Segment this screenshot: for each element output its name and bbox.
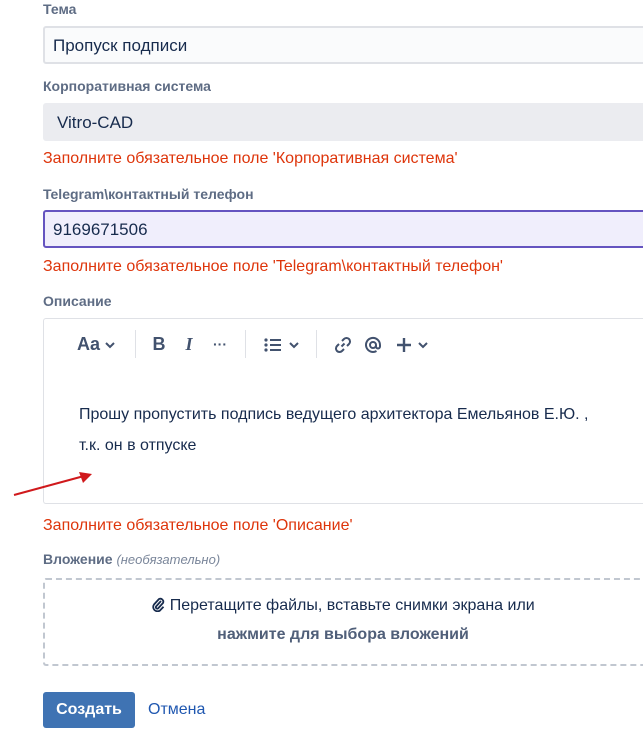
- description-text-line: т.к. он в отпуске: [79, 437, 197, 454]
- telegram-error: Заполните обязательное поле 'Telegram\ко…: [43, 258, 503, 275]
- dropzone-instruction: Перетащите файлы, вставьте снимки экрана…: [43, 596, 643, 615]
- text-style-label: Aa: [76, 334, 100, 354]
- cancel-link[interactable]: Отмена: [148, 701, 205, 719]
- corporate-system-select[interactable]: Vitro-CAD: [43, 103, 643, 141]
- toolbar-divider: [316, 330, 317, 358]
- description-error: Заполните обязательное поле 'Описание': [43, 517, 353, 534]
- toolbar-divider: [245, 330, 246, 358]
- toolbar-divider: [135, 330, 136, 358]
- bold-button[interactable]: B: [150, 332, 168, 356]
- attachment-label: Вложение (необязательно): [43, 551, 220, 567]
- corporate-system-error: Заполните обязательное поле 'Корпоративн…: [43, 150, 458, 167]
- create-button[interactable]: Создать: [43, 692, 135, 728]
- text-style-dropdown[interactable]: Aa: [76, 332, 116, 356]
- link-icon: [334, 337, 352, 354]
- corporate-system-label: Корпоративная система: [43, 78, 211, 94]
- plus-icon: [397, 338, 412, 353]
- telegram-input[interactable]: 9169671506: [43, 210, 643, 248]
- chevron-down-icon: [105, 342, 115, 349]
- dropzone-text: Перетащите файлы, вставьте снимки экрана…: [169, 597, 535, 614]
- list-dropdown[interactable]: [262, 332, 300, 356]
- chevron-down-icon: [288, 342, 299, 349]
- chevron-down-icon: [417, 342, 428, 349]
- link-button[interactable]: [332, 332, 354, 356]
- italic-button[interactable]: I: [181, 332, 197, 356]
- description-text-line: Прошу пропустить подпись ведущего архите…: [79, 406, 589, 423]
- attachment-optional-hint: (необязательно): [116, 552, 221, 567]
- attachment-dropzone[interactable]: [43, 578, 643, 666]
- insert-dropdown[interactable]: [394, 332, 430, 356]
- telegram-label: Telegram\контактный телефон: [43, 186, 254, 202]
- bullet-list-icon: [264, 338, 282, 352]
- description-label: Описание: [43, 293, 112, 309]
- mention-icon: [365, 337, 382, 354]
- dropzone-browse-link[interactable]: нажмите для выбора вложений: [43, 626, 643, 644]
- subject-input[interactable]: Пропуск подписи: [43, 26, 643, 64]
- subject-label: Тема: [43, 1, 77, 17]
- mention-button[interactable]: [361, 332, 385, 356]
- more-formatting-button[interactable]: ···: [209, 332, 231, 356]
- attachment-label-text: Вложение: [43, 551, 113, 567]
- paperclip-icon: [152, 597, 165, 613]
- arrow-annotation: [13, 472, 92, 496]
